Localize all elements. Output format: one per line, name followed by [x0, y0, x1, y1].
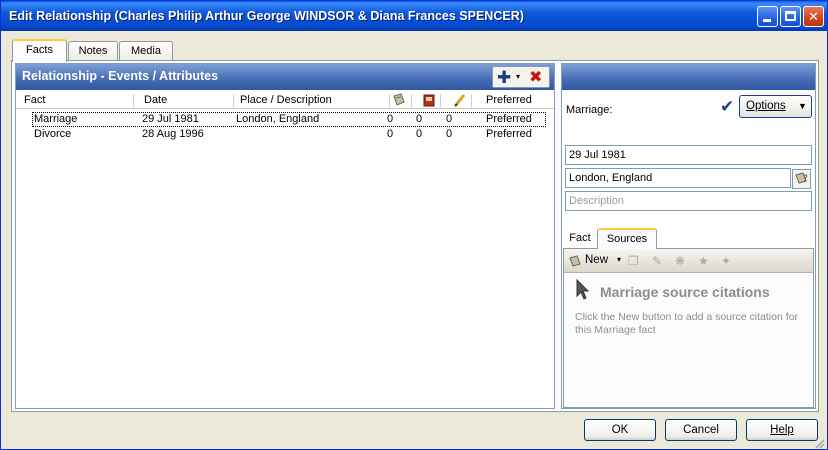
events-grid-header: Fact Date Place / Description Preferred [16, 92, 554, 109]
subtab-fact-label: Fact [569, 232, 591, 244]
place-lookup-icon[interactable]: ? [792, 169, 811, 189]
add-dropdown-icon[interactable]: ▾ [516, 72, 520, 81]
events-toolbar: ✚ ▾ ✖ [492, 66, 550, 88]
detail-panel-header [562, 64, 815, 90]
column-fact-label: Fact [24, 94, 46, 106]
row-media-count: 0 [416, 128, 423, 140]
place-field[interactable]: London, England [565, 168, 791, 188]
fact-detail-panel: Marriage: ✔ Options ▼ 29 Jul 1981 London… [561, 63, 816, 409]
source-action-icon[interactable]: ✦ [721, 254, 731, 268]
column-separator [440, 94, 441, 108]
new-dropdown-icon[interactable]: ▾ [617, 255, 621, 264]
row-notes-count: 0 [446, 113, 453, 125]
cancel-label: Cancel [683, 424, 719, 436]
star-icon[interactable]: ★ [698, 254, 709, 268]
sources-panel: New ▾ ❐ ✎ ❋ ★ ✦ Marriage source citation… [563, 248, 814, 408]
date-field[interactable]: 29 Jul 1981 [565, 145, 812, 165]
column-preferred-label: Preferred [486, 94, 532, 106]
new-button[interactable]: New [585, 254, 608, 266]
row-sources-count: 0 [387, 128, 394, 140]
pointer-icon [576, 279, 590, 300]
events-panel: Relationship - Events / Attributes ✚ ▾ ✖… [15, 63, 555, 409]
link-icon[interactable]: ❋ [675, 254, 685, 268]
tab-media-label: Media [131, 45, 161, 57]
maximize-button[interactable] [780, 6, 801, 27]
column-header-date[interactable]: Date [144, 94, 234, 108]
row-fact: Marriage [34, 113, 78, 125]
delete-fact-icon[interactable]: ✖ [529, 68, 542, 87]
help-button[interactable]: Help [746, 419, 818, 441]
row-media-count: 0 [416, 113, 423, 125]
row-notes-count: 0 [446, 128, 453, 140]
minimize-button[interactable] [757, 6, 778, 27]
add-fact-icon[interactable]: ✚ [497, 69, 511, 86]
row-fact: Divorce [34, 128, 72, 140]
row-preferred: Preferred [486, 128, 532, 140]
close-icon: ✕ [808, 9, 819, 24]
options-label: Options [746, 100, 786, 112]
tab-facts-label: Facts [26, 44, 53, 56]
subtab-sources[interactable]: Sources [597, 228, 657, 249]
table-row[interactable]: Divorce 28 Aug 1996 0 0 0 Preferred [16, 127, 554, 142]
ok-button[interactable]: OK [584, 419, 656, 441]
close-button[interactable]: ✕ [803, 6, 824, 27]
sources-count-icon[interactable] [392, 93, 406, 107]
fact-type-label: Marriage: [566, 104, 613, 116]
events-panel-title: Relationship - Events / Attributes [22, 69, 219, 83]
cancel-button[interactable]: Cancel [665, 419, 737, 441]
row-place: London, England [236, 113, 320, 125]
subtab-sources-label: Sources [606, 233, 648, 245]
tab-media[interactable]: Media [119, 41, 173, 61]
column-place-label: Place / Description [240, 94, 332, 106]
tab-notes-label: Notes [78, 45, 108, 57]
sources-hint: Click the New button to add a source cit… [575, 311, 798, 336]
sources-title: Marriage source citations [600, 284, 770, 300]
edit-icon[interactable]: ✎ [652, 254, 662, 268]
row-date: 28 Aug 1996 [142, 128, 204, 140]
tab-notes[interactable]: Notes [68, 41, 118, 61]
column-date-label: Date [144, 94, 168, 106]
window-title: Edit Relationship (Charles Philip Arthur… [9, 9, 524, 23]
media-count-icon[interactable] [422, 93, 436, 107]
new-source-icon[interactable] [568, 254, 582, 268]
tab-facts[interactable]: Facts [12, 39, 67, 62]
title-bar[interactable]: Edit Relationship (Charles Philip Arthur… [1, 1, 827, 31]
subtab-fact[interactable]: Fact [564, 229, 596, 249]
help-label: Help [770, 424, 794, 436]
row-date: 29 Jul 1981 [142, 113, 199, 125]
svg-text:?: ? [803, 174, 808, 184]
events-panel-header: Relationship - Events / Attributes ✚ ▾ ✖ [16, 64, 554, 90]
maximize-icon [785, 11, 796, 21]
table-row[interactable]: Marriage 29 Jul 1981 London, England 0 0… [16, 112, 554, 127]
ok-label: OK [611, 424, 629, 436]
column-header-place[interactable]: Place / Description [240, 94, 390, 108]
copy-icon[interactable]: ❐ [628, 254, 639, 268]
description-field[interactable]: Description [565, 191, 812, 211]
minimize-icon [763, 19, 771, 22]
column-separator [411, 94, 412, 108]
chevron-down-icon: ▼ [798, 101, 807, 111]
sources-toolbar: New ▾ ❐ ✎ ❋ ★ ✦ [564, 249, 813, 273]
column-header-preferred[interactable]: Preferred [486, 94, 546, 108]
column-separator [471, 94, 472, 108]
resize-grip-icon[interactable] [813, 437, 825, 449]
options-button[interactable]: Options ▼ [739, 95, 812, 118]
row-sources-count: 0 [387, 113, 394, 125]
column-header-fact[interactable]: Fact [24, 94, 134, 108]
notes-count-icon[interactable] [453, 93, 467, 107]
checkmark-icon: ✔ [720, 97, 735, 116]
edit-relationship-window: Edit Relationship (Charles Philip Arthur… [0, 0, 828, 450]
row-preferred: Preferred [486, 113, 532, 125]
